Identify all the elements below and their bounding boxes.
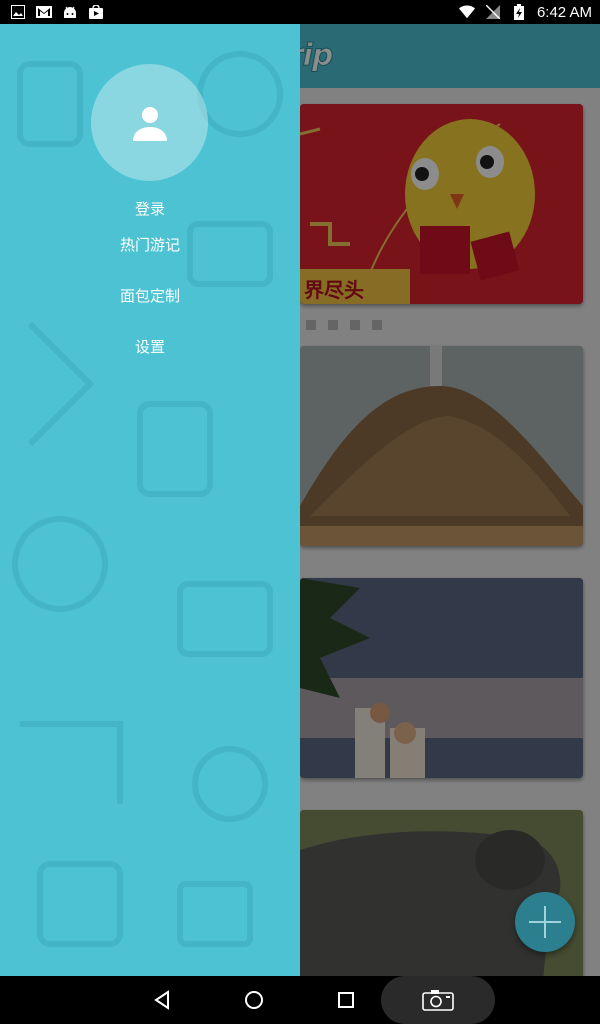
user-avatar[interactable] — [91, 64, 208, 181]
status-time: 6:42 AM — [536, 3, 592, 21]
status-bar: 6:42 AM — [0, 0, 600, 24]
home-button[interactable] — [242, 988, 266, 1012]
play-store-icon — [88, 4, 104, 20]
navigation-drawer: 登录 热门游记 面包定制 设置 — [0, 24, 300, 976]
login-link[interactable]: 登录 — [0, 198, 300, 219]
wifi-icon — [458, 4, 475, 20]
image-icon — [10, 4, 26, 20]
system-nav-bar — [0, 976, 600, 1024]
back-icon — [154, 990, 169, 1010]
recents-icon — [338, 992, 354, 1008]
menu-item-popular-travelogues[interactable]: 热门游记 — [0, 234, 300, 255]
add-fab-button[interactable] — [515, 892, 575, 952]
person-icon — [132, 106, 167, 141]
gmail-icon — [36, 4, 52, 20]
no-signal-icon — [485, 4, 501, 20]
battery-charging-icon — [511, 4, 527, 20]
menu-item-custom-trip[interactable]: 面包定制 — [0, 285, 300, 306]
back-button[interactable] — [150, 988, 174, 1012]
screenshot-camera-button[interactable] — [381, 976, 495, 1024]
home-icon — [245, 991, 263, 1009]
recents-button[interactable] — [334, 988, 358, 1012]
menu-item-settings[interactable]: 设置 — [0, 336, 300, 357]
android-icon — [62, 4, 78, 20]
plus-icon — [529, 906, 561, 938]
camera-icon — [422, 990, 454, 1011]
